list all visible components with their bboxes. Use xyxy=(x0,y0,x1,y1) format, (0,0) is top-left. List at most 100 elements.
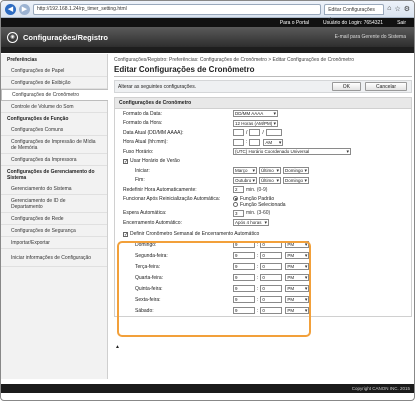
browser-window: ◀ ▶ http://192.168.1.24/rp_timer_setting… xyxy=(0,0,415,401)
row-auto-reset: Redefinir Hora Automaticamente: 2 min. (… xyxy=(115,185,411,195)
sidebar-item-volume[interactable]: Controle de Volume do Som xyxy=(1,101,107,113)
dst-start-label: Iniciar: xyxy=(135,167,150,174)
timezone-select[interactable]: (UTC) Horário Coordenado Universal xyxy=(233,148,351,156)
browser-toolbar: ◀ ▶ http://192.168.1.24/rp_timer_setting… xyxy=(1,1,414,23)
breadcrumb: Configurações/Registro: Preferências: Co… xyxy=(114,57,354,63)
func-default-radio[interactable] xyxy=(233,196,238,201)
sleep-label: Espera Automática: xyxy=(123,210,167,217)
user-label: Usuário do Login: xyxy=(323,19,363,26)
row-time-format: Formato da Hora: 12 Horas (AM/PM) xyxy=(115,119,411,129)
row-weekly: ✓ Definir Cronômetro Semanal de Encerram… xyxy=(115,230,411,240)
gear-icon[interactable]: ⚙ xyxy=(404,5,410,13)
date-format-label: Formato da Data: xyxy=(123,110,162,117)
time-minute-input[interactable] xyxy=(249,138,261,146)
sidebar-section-mgmt: Configurações de Gerenciamento do Sistem… xyxy=(7,169,95,181)
dst-start-day-select[interactable]: Domingo xyxy=(283,167,309,175)
row-current-time: Hora Atual (hh:mm): : AM xyxy=(115,138,411,148)
home-icon[interactable]: ⌂ xyxy=(387,5,391,13)
user-info: Usuário do Login: 7654321 xyxy=(323,20,383,26)
forward-icon[interactable]: ▶ xyxy=(19,3,30,15)
sidebar-item-display[interactable]: Configurações de Exibição xyxy=(1,77,107,89)
date-day-input[interactable] xyxy=(233,129,244,137)
func-after-label: Funcionar Após Reinicialização Automátic… xyxy=(123,195,220,202)
dst-start-week-select[interactable]: Último xyxy=(259,167,281,175)
time-ampm-select[interactable]: AM xyxy=(263,138,284,146)
sidebar-item-security[interactable]: Configurações de Segurança xyxy=(1,225,107,237)
back-icon[interactable]: ◀ xyxy=(5,3,16,15)
footer: Copyright CANON INC. 2015 xyxy=(1,384,414,393)
dst-start-month-select[interactable]: Março xyxy=(233,167,257,175)
weekly-label: Definir Cronômetro Semanal de Encerramen… xyxy=(130,231,260,238)
group-title: Configurações de Cronômetro xyxy=(115,98,411,109)
weekly-highlight-frame xyxy=(117,241,311,337)
row-date-format: Formato da Data: DD/MM AAAA xyxy=(115,109,411,119)
browser-tab[interactable]: Editar Configurações de... xyxy=(324,3,385,23)
shutdown-select[interactable]: Após 4 horas xyxy=(233,219,269,227)
address-bar[interactable]: http://192.168.1.24/rp_timer_setting.htm… xyxy=(33,3,322,15)
sleep-unit: min. (3-60) xyxy=(246,210,271,217)
time-format-select[interactable]: 12 Horas (AM/PM) xyxy=(233,119,278,127)
user-id: 7654321 xyxy=(363,19,384,26)
row-sleep: Espera Automática: 3 min. (3-60) xyxy=(115,209,411,219)
time-hour-input[interactable] xyxy=(233,138,244,146)
auto-reset-label: Redefinir Hora Automaticamente: xyxy=(123,186,197,193)
sidebar-item-paper[interactable]: Configurações de Papel xyxy=(1,65,107,77)
sidebar-item-common[interactable]: Configurações Comuns xyxy=(1,124,107,136)
sidebar-item-network[interactable]: Configurações de Rede xyxy=(1,213,107,225)
app-title: Configurações/Registro xyxy=(23,32,109,42)
star-icon[interactable]: ☆ xyxy=(394,5,400,13)
row-timezone: Fuso Horário: (UTC) Horário Coordenado U… xyxy=(115,147,411,157)
sidebar-item-timer[interactable]: Configurações de Cronômetro xyxy=(1,89,108,101)
ok-button[interactable]: OK xyxy=(331,82,361,91)
sidebar-item-printer[interactable]: Configurações da Impressora xyxy=(1,154,107,166)
email-admin-link[interactable]: E-mail para Gerente do Sistema xyxy=(335,34,406,40)
row-dst: ✓ Usar Horário de Verão xyxy=(115,157,411,167)
dst-label: Usar Horário de Verão xyxy=(130,158,180,165)
sidebar-item-system-mgmt[interactable]: Gerenciamento do Sistema xyxy=(1,183,107,195)
sidebar-item-import-export[interactable]: Importar/Exportar xyxy=(1,237,107,249)
portal-link[interactable]: Para o Portal xyxy=(280,20,309,26)
func-selected-radio[interactable] xyxy=(233,202,238,207)
logout-link[interactable]: Sair xyxy=(397,20,406,26)
sidebar-item-init-settings[interactable]: Iniciar informações de Configuração xyxy=(1,249,107,267)
date-year-input[interactable] xyxy=(265,129,282,137)
dst-end-day-select[interactable]: Domingo xyxy=(283,176,309,184)
page-title: Editar Configurações de Cronômetro xyxy=(114,65,412,77)
sleep-input[interactable]: 3 xyxy=(233,209,244,217)
sidebar-section-func: Configurações de Função xyxy=(7,116,69,122)
top-bar: Para o Portal Usuário do Login: 7654321 … xyxy=(1,18,414,27)
browser-icons: ⌂ ☆ ⚙ xyxy=(387,5,410,13)
dst-end-week-select[interactable]: Último xyxy=(259,176,281,184)
sidebar: Preferências Configurações de Papel Conf… xyxy=(1,54,108,379)
func-after-options: Função Padrão Função Selecionada xyxy=(233,196,286,208)
action-bar: Alterar as seguintes configurações. OK C… xyxy=(114,80,412,93)
dst-end-label: Fim: xyxy=(135,177,145,184)
sidebar-item-media-print[interactable]: Configurações de Impressão de Mídia de M… xyxy=(1,136,107,154)
current-date-label: Data Atual (DD/MM AAAA): xyxy=(123,129,184,136)
dst-end-month-select[interactable]: Outubro xyxy=(233,176,257,184)
sidebar-section-prefs: Preferências xyxy=(7,57,38,63)
page-top-icon[interactable]: ▲ xyxy=(115,344,120,350)
url-text: http://192.168.1.24/rp_timer_setting.htm… xyxy=(37,6,127,12)
instruction-text: Alterar as seguintes configurações. xyxy=(118,83,197,90)
row-func-after: Funcionar Após Reinicialização Automátic… xyxy=(115,195,411,209)
header-strip xyxy=(1,47,414,53)
date-format-select[interactable]: DD/MM AAAA xyxy=(233,110,278,118)
row-shutdown: Encerramento Automático: Após 4 horas xyxy=(115,218,411,228)
cancel-button[interactable]: Cancelar xyxy=(364,82,407,91)
row-current-date: Data Atual (DD/MM AAAA): / / xyxy=(115,128,411,138)
sidebar-item-dept-id[interactable]: Gerenciamento de ID de Departamento xyxy=(1,195,107,213)
date-month-input[interactable] xyxy=(249,129,261,137)
auto-reset-input[interactable]: 2 xyxy=(233,186,244,194)
row-dst-start: Iniciar: Março Último Domingo xyxy=(115,166,411,176)
time-format-label: Formato da Hora: xyxy=(123,120,163,127)
auto-reset-unit: min. (0-9) xyxy=(246,186,268,193)
shutdown-label: Encerramento Automático: xyxy=(123,219,182,226)
dst-checkbox[interactable]: ✓ xyxy=(123,158,128,164)
app-header: ◉ Configurações/Registro E-mail para Ger… xyxy=(1,27,414,47)
func-selected-label: Função Selecionada xyxy=(240,201,286,208)
weekly-checkbox[interactable]: ✓ xyxy=(123,231,128,237)
current-time-label: Hora Atual (hh:mm): xyxy=(123,139,168,146)
row-dst-end: Fim: Outubro Último Domingo xyxy=(115,176,411,186)
canon-logo-icon: ◉ xyxy=(7,31,18,43)
